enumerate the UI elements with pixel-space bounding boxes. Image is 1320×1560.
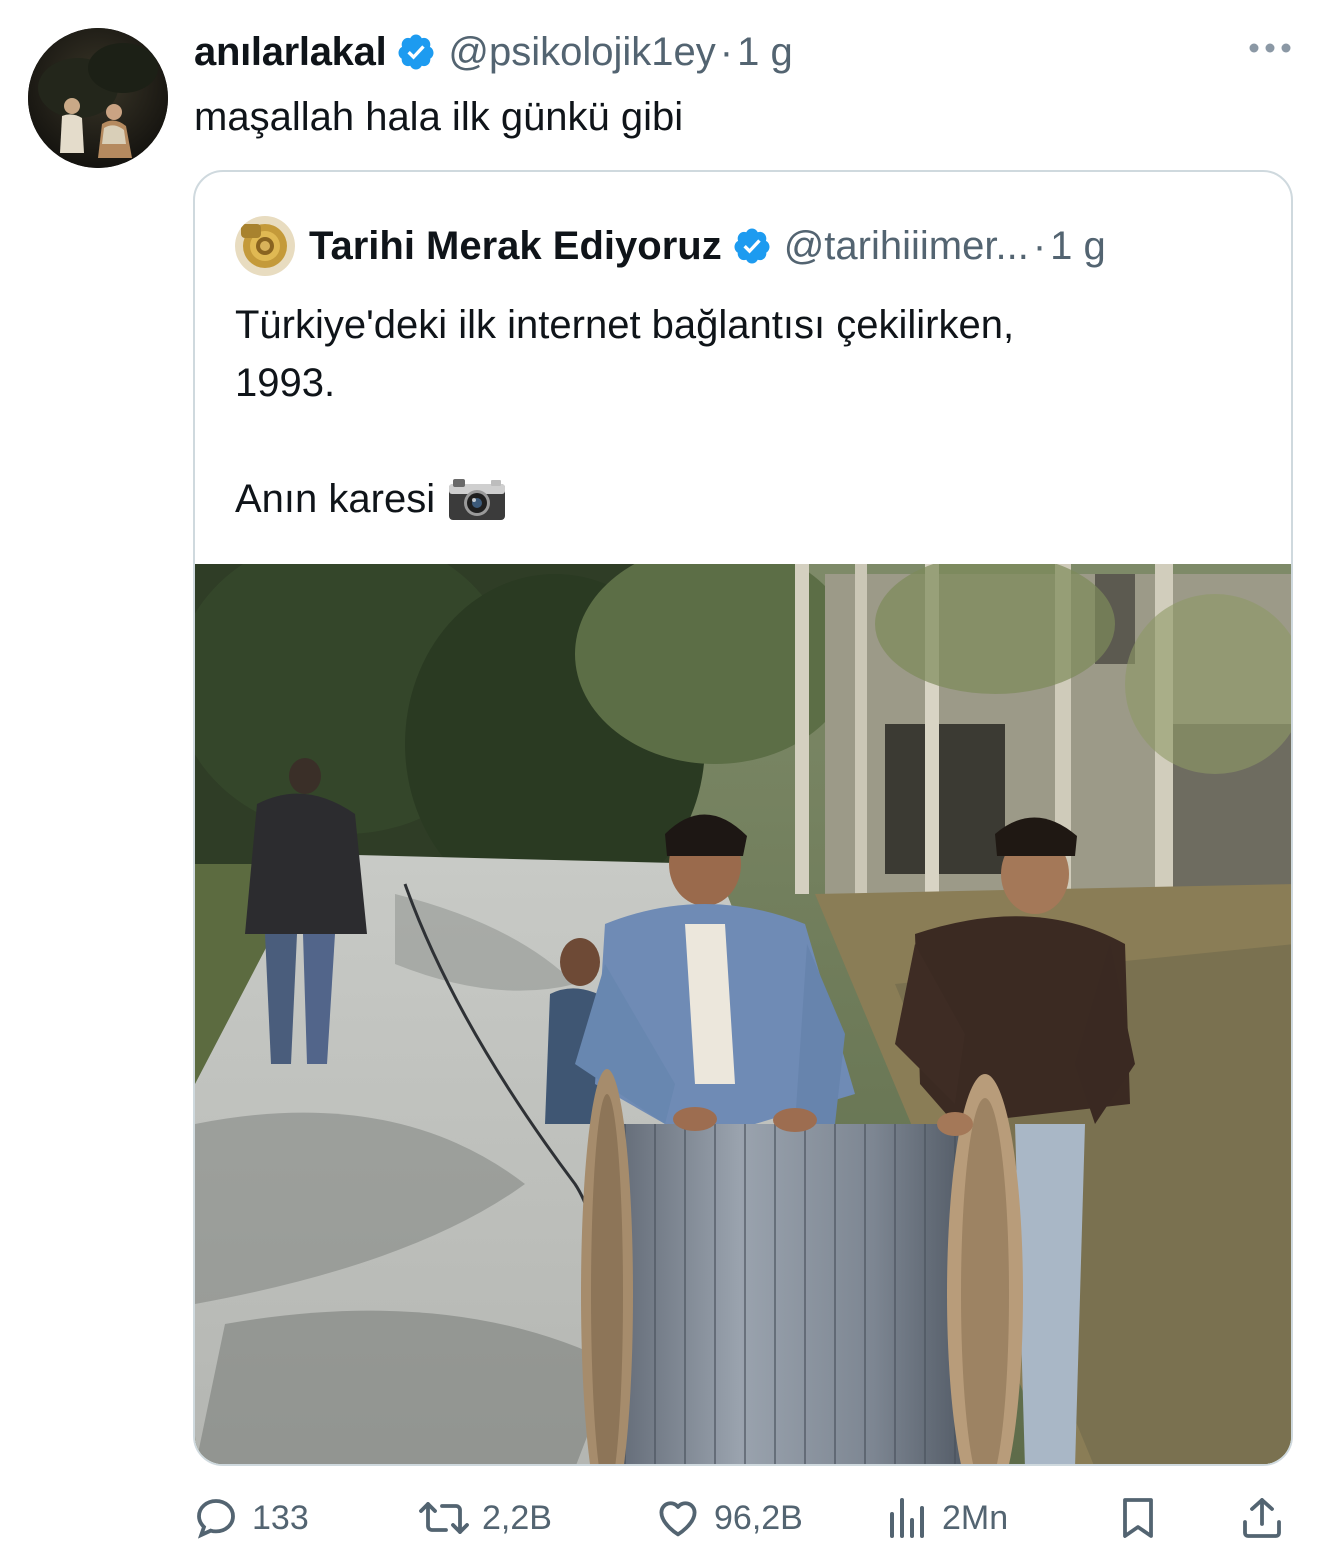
more-icon	[1249, 43, 1291, 53]
views-icon	[890, 1498, 924, 1538]
bookmark-icon	[1123, 1498, 1153, 1538]
quoted-author-name[interactable]: Tarihi Merak Ediyoruz	[309, 224, 722, 269]
more-button[interactable]	[1240, 32, 1300, 64]
quoted-author-avatar[interactable]	[235, 216, 295, 276]
tweet[interactable]: anılarlakal @psikolojik1ey · 1 g maşalla…	[0, 0, 1320, 1560]
like-count: 96,2B	[714, 1498, 803, 1537]
quoted-tweet-header: Tarihi Merak Ediyoruz @tarihiiimer... · …	[235, 216, 1106, 276]
quoted-author-handle[interactable]: @tarihiiimer...	[784, 224, 1029, 269]
repost-icon	[419, 1502, 469, 1534]
like-button[interactable]: 96,2B	[654, 1488, 803, 1548]
action-bar: 133 2,2B 96,2B 2Mn	[192, 1488, 1292, 1548]
like-icon	[659, 1501, 697, 1537]
bookmark-button[interactable]	[1114, 1488, 1162, 1548]
views-count: 2Mn	[942, 1498, 1009, 1537]
reply-icon	[197, 1499, 235, 1539]
tweet-text: maşallah hala ilk günkü gibi	[194, 95, 684, 139]
tweet-header: anılarlakal @psikolojik1ey · 1 g	[194, 24, 793, 80]
camera-emoji-icon	[449, 479, 506, 520]
quoted-text-line-content: Anın karesi	[235, 477, 436, 521]
photo-illustration	[195, 564, 1291, 1464]
quoted-text-line: Anın karesi	[235, 470, 1255, 528]
share-icon	[1243, 1498, 1281, 1538]
author-name[interactable]: anılarlakal	[194, 24, 387, 80]
quoted-tweet-time[interactable]: 1 g	[1050, 224, 1106, 269]
views-button[interactable]: 2Mn	[886, 1488, 1008, 1548]
quoted-text-line: Türkiye'deki ilk internet bağlantısı çek…	[235, 303, 1015, 347]
separator-dot: ·	[719, 30, 734, 74]
share-button[interactable]	[1238, 1488, 1286, 1548]
reply-button[interactable]: 133	[192, 1488, 309, 1548]
quoted-text-line: 1993.	[235, 361, 336, 405]
quoted-tweet[interactable]: Tarihi Merak Ediyoruz @tarihiiimer... · …	[193, 170, 1293, 1466]
author-handle[interactable]: @psikolojik1ey	[448, 24, 715, 80]
verified-badge-icon	[734, 228, 770, 264]
separator-dot: ·	[1032, 223, 1047, 268]
quoted-tweet-text: Türkiye'deki ilk internet bağlantısı çek…	[235, 296, 1255, 528]
tweet-photo[interactable]	[195, 564, 1291, 1464]
verified-badge-icon	[398, 34, 434, 70]
tweet-time[interactable]: 1 g	[737, 24, 793, 80]
reply-count: 133	[252, 1498, 309, 1537]
repost-count: 2,2B	[482, 1498, 552, 1537]
repost-button[interactable]: 2,2B	[418, 1488, 552, 1548]
author-avatar[interactable]	[28, 28, 168, 168]
